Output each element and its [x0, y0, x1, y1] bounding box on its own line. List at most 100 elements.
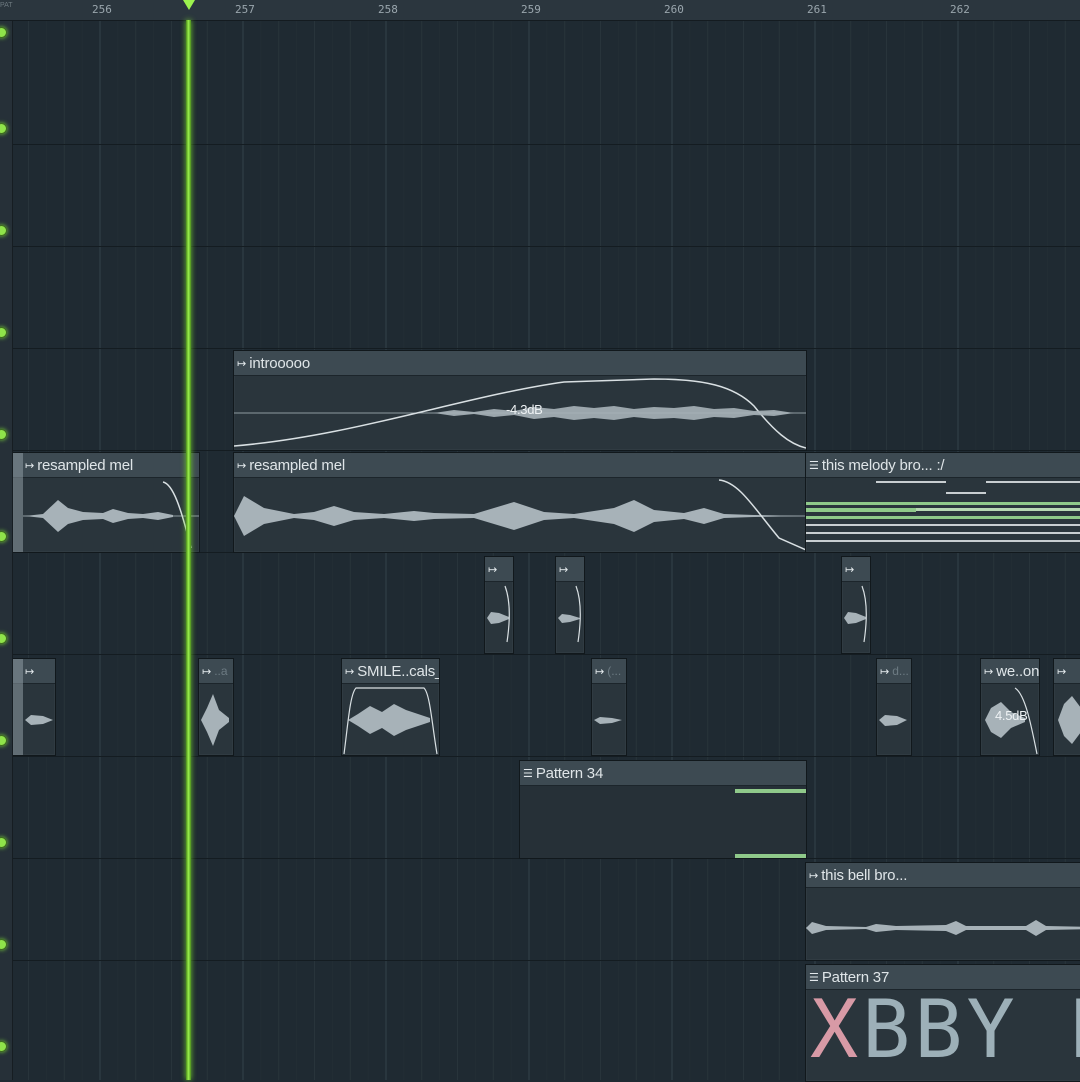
- playhead[interactable]: [186, 20, 191, 1080]
- clip-title: we..ont: [996, 662, 1039, 680]
- clip-header[interactable]: ↦ (...: [592, 659, 626, 684]
- audio-clip-icon[interactable]: ↦: [25, 460, 34, 471]
- audio-clip-icon[interactable]: ↦: [345, 666, 354, 677]
- clip-small-left[interactable]: ↦: [12, 658, 56, 756]
- clip-title: ..a: [214, 664, 228, 678]
- clip-d[interactable]: ↦ d...: [876, 658, 912, 756]
- clip-waveform-area: [342, 684, 439, 755]
- clip-small[interactable]: ↦: [841, 556, 871, 654]
- clip-header[interactable]: ↦: [556, 557, 584, 582]
- pattern-clip-icon[interactable]: ☰: [809, 460, 819, 471]
- clip-edge[interactable]: ↦: [1053, 658, 1080, 756]
- clip-resampled-mel-left[interactable]: ↦ resampled mel: [12, 452, 200, 553]
- clip-resampled-mel[interactable]: ↦ resampled mel: [233, 452, 807, 553]
- audio-clip-icon[interactable]: ↦: [202, 666, 211, 677]
- audio-clip-icon[interactable]: ↦: [237, 358, 246, 369]
- clip-smile-cals[interactable]: ↦ SMILE..cals_3: [341, 658, 440, 756]
- waveform: [879, 715, 907, 726]
- clip-waveform-area: [1054, 684, 1080, 755]
- clip-waveform-area: [877, 684, 911, 755]
- waveform: [487, 585, 510, 643]
- waveform: [23, 481, 199, 549]
- clip-header[interactable]: ↦ resampled mel: [13, 453, 199, 478]
- clip-header[interactable]: ↦: [1054, 659, 1080, 684]
- clip-waveform-area: [13, 684, 55, 755]
- audio-clip-icon[interactable]: ↦: [1057, 666, 1066, 677]
- clip-waveform-area: [234, 478, 806, 552]
- bar-number-258: 258: [378, 3, 398, 16]
- track-mute-button[interactable]: [0, 735, 7, 746]
- clip-small[interactable]: ↦: [484, 556, 514, 654]
- waveform: [558, 585, 581, 643]
- clip-waveform-area: [199, 684, 233, 755]
- audio-clip-icon[interactable]: ↦: [559, 564, 568, 575]
- bar-number-262: 262: [950, 3, 970, 16]
- clip-this-bell-bro[interactable]: ↦ this bell bro...: [805, 862, 1080, 961]
- track-mute-button[interactable]: [0, 939, 7, 950]
- clip-title: this bell bro...: [821, 866, 908, 884]
- clip-header[interactable]: ↦ we..ont: [981, 659, 1039, 684]
- track-separator: [12, 654, 1080, 655]
- clip-header[interactable]: ↦: [485, 557, 513, 582]
- timeline-ruler[interactable]: PAT 256 257 258 259 260 261 262: [0, 0, 1080, 21]
- clip-waveform-area: [806, 888, 1080, 960]
- playhead-marker[interactable]: [183, 0, 195, 10]
- audio-clip-icon[interactable]: ↦: [237, 460, 246, 471]
- clip-title: introoooo: [249, 354, 310, 372]
- note-preview: [735, 789, 806, 858]
- track-mute-button[interactable]: [0, 429, 7, 440]
- clip-title: this melody bro... :/: [821, 456, 945, 474]
- track-mute-button[interactable]: [0, 27, 7, 38]
- track-mute-button[interactable]: [0, 633, 7, 644]
- audio-clip-icon[interactable]: ↦: [809, 870, 818, 881]
- clip-header[interactable]: ↦ ..a: [199, 659, 233, 684]
- clip-header[interactable]: ↦ introoooo: [234, 351, 806, 376]
- clip-header[interactable]: ↦: [842, 557, 870, 582]
- clip-we-ont[interactable]: ↦ we..ont 4.5dB: [980, 658, 1040, 756]
- clip-this-melody-bro[interactable]: ☰ this melody bro... :/: [805, 452, 1080, 553]
- pattern-note-art: XBBY D: [810, 990, 1080, 1070]
- clip-waveform-area: [592, 684, 626, 755]
- waveform: [1058, 696, 1080, 744]
- waveform: [594, 717, 622, 724]
- audio-clip-icon[interactable]: ↦: [25, 666, 34, 677]
- track-separator: [12, 144, 1080, 145]
- clip-header[interactable]: ↦ d...: [877, 659, 911, 684]
- audio-clip-icon[interactable]: ↦: [880, 666, 889, 677]
- track-separator: [12, 246, 1080, 247]
- waveform: [844, 585, 867, 643]
- clip-header[interactable]: ☰ this melody bro... :/: [806, 453, 1080, 478]
- clip-pattern-34[interactable]: ☰ Pattern 34: [519, 760, 807, 859]
- pattern-label: PAT: [0, 2, 13, 9]
- bar-number-257: 257: [235, 3, 255, 16]
- track-mute-button[interactable]: [0, 1041, 7, 1052]
- audio-clip-icon[interactable]: ↦: [984, 666, 993, 677]
- pattern-clip-icon[interactable]: ☰: [523, 768, 533, 779]
- clip-c[interactable]: ↦ (...: [591, 658, 627, 756]
- waveform: [806, 920, 1080, 936]
- track-mute-button[interactable]: [0, 327, 7, 338]
- clip-header[interactable]: ↦ SMILE..cals_3: [342, 659, 439, 684]
- clip-title: Pattern 34: [535, 764, 604, 782]
- audio-clip-icon[interactable]: ↦: [595, 666, 604, 677]
- bar-number-259: 259: [521, 3, 541, 16]
- track-mute-button[interactable]: [0, 837, 7, 848]
- clip-header[interactable]: ↦ this bell bro...: [806, 863, 1080, 888]
- track-mute-button[interactable]: [0, 225, 7, 236]
- clip-a[interactable]: ↦ ..a: [198, 658, 234, 756]
- clip-waveform-area: [485, 582, 513, 653]
- audio-clip-icon[interactable]: ↦: [845, 564, 854, 575]
- clip-header[interactable]: ↦ resampled mel: [234, 453, 806, 478]
- clip-notes-area: [520, 786, 806, 858]
- clip-title: resampled mel: [37, 456, 133, 474]
- clip-header[interactable]: ☰ Pattern 34: [520, 761, 806, 786]
- clip-waveform-area: [556, 582, 584, 653]
- volume-label: -4.3dB: [506, 402, 543, 417]
- pattern-clip-icon[interactable]: ☰: [809, 972, 819, 983]
- clip-small[interactable]: ↦: [555, 556, 585, 654]
- audio-clip-icon[interactable]: ↦: [488, 564, 497, 575]
- clip-introoooo[interactable]: ↦ introoooo -4.3dB: [233, 350, 807, 451]
- track-mute-button[interactable]: [0, 531, 7, 542]
- note-art-text: BBY D: [862, 983, 1080, 1076]
- track-mute-button[interactable]: [0, 123, 7, 134]
